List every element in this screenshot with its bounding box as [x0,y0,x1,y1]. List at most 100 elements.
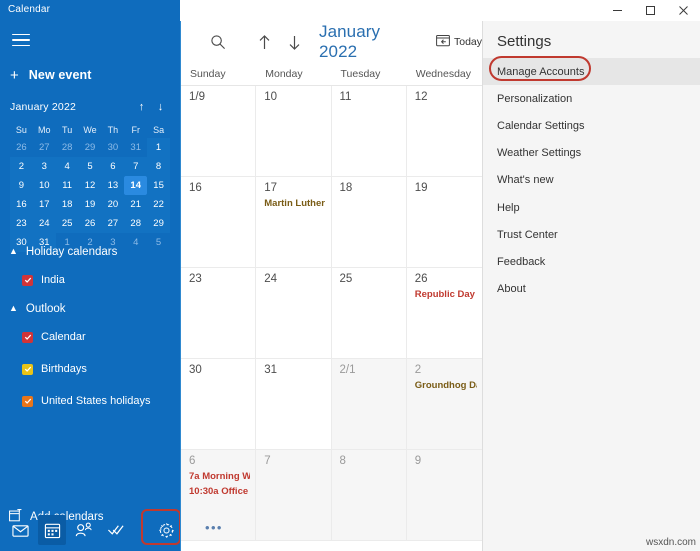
calendar-day-cell[interactable]: 7 [256,450,332,540]
mini-calendar-day[interactable]: 27 [101,214,125,233]
mini-calendar-day[interactable]: 11 [55,176,79,195]
mini-calendar-day[interactable]: 29 [79,138,102,157]
next-month-arrow-down-icon[interactable] [279,27,309,57]
calendar-day-cell[interactable]: 10 [256,86,332,176]
close-button[interactable] [667,0,700,21]
mini-calendar-day[interactable]: 16 [10,195,33,214]
check-check-icon[interactable] [102,515,130,545]
calendar-event[interactable]: Martin Luther K [264,198,325,209]
mini-calendar-day[interactable]: 9 [10,176,33,195]
mini-calendar-day[interactable]: 12 [78,176,102,195]
mini-calendar-day[interactable]: 23 [10,214,33,233]
mini-calendar-day[interactable]: 31 [124,138,147,157]
calendar-day-cell[interactable]: 25 [331,268,407,358]
mini-calendar-day[interactable]: 22 [147,195,170,214]
mail-icon[interactable] [6,515,34,545]
minimize-button[interactable] [601,0,634,21]
mini-calendar-day[interactable]: 20 [101,195,125,214]
app-title: Calendar [8,4,51,15]
calendar-icon[interactable] [38,515,66,545]
checkbox-icon[interactable] [22,363,33,375]
chevron-up-icon: ▲ [9,246,18,256]
more-events-indicator[interactable]: ••• [205,521,223,534]
mini-calendar-day[interactable]: 25 [55,214,79,233]
maximize-button[interactable] [634,0,667,21]
calendar-day-cell[interactable]: 23 [181,268,257,358]
calendar-checkbox-item[interactable]: United States holidays [0,385,180,417]
mini-calendar-day[interactable]: 17 [32,195,56,214]
calendar-event[interactable]: Republic Day [415,289,477,300]
calendar-day-cell[interactable]: 9 [406,450,482,540]
settings-item-about[interactable]: About [483,276,700,303]
calendar-day-cell[interactable]: 18 [331,177,407,267]
calendar-day-cell[interactable]: 24 [256,268,332,358]
settings-item-calendar-settings[interactable]: Calendar Settings [483,112,700,139]
settings-item-feedback[interactable]: Feedback [483,248,700,275]
calendar-day-cell[interactable]: 17 Martin Luther K [256,177,332,267]
arrow-down-icon[interactable]: ↓ [151,101,170,113]
arrow-up-icon[interactable]: ↑ [132,101,151,113]
mini-calendar-day[interactable]: 2 [10,157,33,176]
calendar-day-cell[interactable]: 31 [256,359,332,449]
calendar-day-cell[interactable]: 2/1 [331,359,407,449]
calendar-day-cell[interactable]: 2 Groundhog Day [406,359,482,449]
mini-calendar-day[interactable]: 15 [147,176,170,195]
settings-item-what-s-new[interactable]: What's new [483,167,700,194]
calendar-event[interactable]: 7a Morning Wa [189,471,250,482]
mini-calendar-day[interactable]: 8 [147,157,170,176]
mini-calendar-day[interactable]: 3 [32,157,56,176]
mini-calendar-day[interactable]: 7 [124,157,148,176]
mini-calendar-day[interactable]: 28 [56,138,79,157]
calendar-event[interactable]: 10:30a Office [189,486,250,497]
hamburger-menu-icon[interactable] [8,28,34,52]
calendar-day-cell[interactable]: 6 7a Morning Wa 10:30a Office ••• [181,450,257,540]
calendar-day-cell[interactable]: 1/9 [181,86,257,176]
calendar-day-cell[interactable]: 30 [181,359,257,449]
calendar-checkbox-item[interactable]: Calendar [0,321,180,353]
calendar-day-cell[interactable]: 8 [331,450,407,540]
mini-calendar-day[interactable]: 14 [124,176,148,195]
today-button[interactable]: Today [436,34,482,50]
mini-calendar-day[interactable]: 4 [55,157,79,176]
calendar-day-cell[interactable]: 16 [181,177,257,267]
mini-calendar-month: January 2022 [10,101,77,113]
mini-calendar-day[interactable]: 10 [32,176,56,195]
mini-calendar-grid: Su Mo Tu We Th Fr Sa 26 27 28 29 30 31 1 2 3 4 5 6 7 8 9 10 11 1… [10,122,170,252]
mini-calendar-day[interactable]: 13 [101,176,125,195]
new-event-button[interactable]: + New event [10,63,92,87]
calendar-day-cell[interactable]: 12 [406,86,482,176]
checkbox-icon[interactable] [22,395,33,407]
calendar-group-holiday-calendars[interactable]: ▲ Holiday calendars [0,239,180,264]
checkbox-icon[interactable] [22,331,33,343]
checkbox-icon[interactable] [22,274,33,286]
mini-calendar-day[interactable]: 29 [147,214,170,233]
mini-calendar-day[interactable]: 28 [124,214,148,233]
calendar-group-outlook[interactable]: ▲ Outlook [0,296,180,321]
mini-calendar-day[interactable]: 30 [101,138,124,157]
mini-calendar-day[interactable]: 26 [10,138,33,157]
settings-item-manage-accounts[interactable]: Manage Accounts [483,56,700,86]
calendar-checkbox-item[interactable]: Birthdays [0,353,180,385]
calendar-event[interactable]: Groundhog Day [415,380,477,391]
mini-calendar-day[interactable]: 26 [78,214,102,233]
settings-item-weather-settings[interactable]: Weather Settings [483,140,700,167]
settings-item-personalization[interactable]: Personalization [483,85,700,112]
people-icon[interactable] [70,515,98,545]
gear-icon[interactable] [141,509,181,545]
mini-calendar-day[interactable]: 1 [147,138,170,157]
settings-item-help[interactable]: Help [483,194,700,221]
previous-month-arrow-up-icon[interactable] [250,27,280,57]
calendar-day-cell[interactable]: 11 [331,86,407,176]
search-icon[interactable] [203,27,233,57]
calendar-checkbox-item[interactable]: India [0,264,180,296]
mini-calendar-day[interactable]: 6 [101,157,125,176]
calendar-day-cell[interactable]: 26 Republic Day [406,268,482,358]
mini-calendar-day[interactable]: 5 [78,157,102,176]
mini-calendar-day[interactable]: 18 [55,195,79,214]
mini-calendar-day[interactable]: 19 [78,195,102,214]
mini-calendar-day[interactable]: 27 [33,138,56,157]
mini-calendar-day[interactable]: 24 [32,214,56,233]
settings-item-trust-center[interactable]: Trust Center [483,221,700,248]
mini-calendar-day[interactable]: 21 [124,195,148,214]
calendar-day-cell[interactable]: 19 [406,177,482,267]
